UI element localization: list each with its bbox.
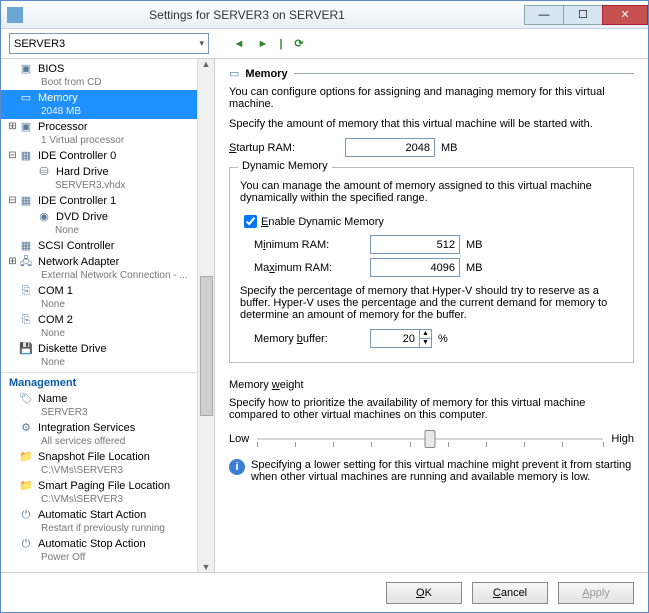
power-icon: ⏻ (18, 537, 34, 551)
tree-category-management: Management (1, 372, 197, 391)
tag-icon: 🏷 (18, 392, 34, 406)
enable-dynamic-memory-checkbox[interactable] (244, 215, 257, 228)
dynamic-memory-legend: Dynamic Memory (238, 160, 332, 172)
network-icon: 🖧 (18, 255, 34, 269)
memory-panel: ▭ Memory You can configure options for a… (215, 59, 648, 572)
dynamic-memory-group: Dynamic Memory You can manage the amount… (229, 167, 634, 363)
tree-item-autostart[interactable]: ⏻ Automatic Start Action (1, 507, 197, 523)
scroll-up-icon[interactable]: ▲ (202, 59, 211, 69)
memory-weight-desc: Specify how to prioritize the availabili… (229, 397, 634, 421)
ok-button[interactable]: OK (386, 582, 462, 604)
tree-item-name[interactable]: 🏷 Name (1, 391, 197, 407)
scsi-icon: ▦ (18, 239, 34, 253)
dynamic-memory-desc: You can manage the amount of memory assi… (240, 180, 623, 204)
memory-icon: ▭ (18, 91, 34, 105)
server-select[interactable]: SERVER3 ▾ (9, 33, 209, 54)
memory-buffer-spinner[interactable]: ▲▼ (419, 329, 432, 348)
minimum-ram-input[interactable] (370, 235, 460, 254)
buffer-desc: Specify the percentage of memory that Hy… (240, 285, 623, 321)
tree-item-processor[interactable]: ⊞▣ Processor (1, 119, 197, 135)
memory-weight-info: Specifying a lower setting for this virt… (251, 459, 634, 483)
memory-weight-slider[interactable] (257, 429, 603, 449)
floppy-icon: 💾 (18, 342, 34, 356)
panel-heading: Memory (245, 68, 287, 80)
minimize-button[interactable]: — (524, 5, 564, 25)
slider-knob[interactable] (425, 430, 436, 448)
tree-item-dvd[interactable]: ◉ DVD Drive (1, 209, 197, 225)
tree-item-ide0[interactable]: ⊟▦ IDE Controller 0 (1, 148, 197, 164)
cpu-icon: ▣ (18, 120, 34, 134)
tree-scrollbar[interactable]: ▲ ▼ (197, 59, 214, 572)
tree-item-memory[interactable]: ▭ Memory (1, 90, 197, 106)
tree-item-harddrive[interactable]: ⛁ Hard Drive (1, 164, 197, 180)
services-icon: ⚙ (18, 421, 34, 435)
settings-window: Settings for SERVER3 on SERVER1 — ☐ ✕ SE… (0, 0, 649, 613)
maximize-button[interactable]: ☐ (563, 5, 603, 25)
server-select-value: SERVER3 (14, 38, 65, 50)
tree-item-autostop[interactable]: ⏻ Automatic Stop Action (1, 536, 197, 552)
folder-icon: 📁 (18, 479, 34, 493)
startup-ram-label: SStartup RAM:tartup RAM: (229, 142, 345, 154)
slider-low-label: Low (229, 433, 249, 445)
info-icon: i (229, 459, 245, 475)
panel-intro: You can configure options for assigning … (229, 86, 634, 110)
maximum-ram-input[interactable] (370, 258, 460, 277)
tree-item-smartpaging[interactable]: 📁 Smart Paging File Location (1, 478, 197, 494)
tree-item-diskette[interactable]: 💾 Diskette Drive (1, 341, 197, 357)
scroll-down-icon[interactable]: ▼ (202, 562, 211, 572)
settings-tree: ▣ BIOS Boot from CD ▭ Memory 2048 MB ⊞▣ … (1, 59, 215, 572)
maximum-ram-label: Maximum RAM: (254, 262, 370, 274)
memory-icon: ▭ (229, 67, 239, 80)
tree-item-scsi[interactable]: ▦ SCSI Controller (1, 238, 197, 254)
startup-desc: Specify the amount of memory that this v… (229, 118, 634, 130)
tree-item-com2[interactable]: ⎘ COM 2 (1, 312, 197, 328)
memory-weight-group: Memory weight Specify how to prioritize … (229, 373, 634, 493)
refresh-button[interactable]: ⟳ (289, 34, 309, 54)
toolbar: SERVER3 ▾ ◄ ► | ⟳ (1, 29, 648, 59)
memory-buffer-input[interactable] (370, 329, 420, 348)
window-title: Settings for SERVER3 on SERVER1 (0, 8, 525, 22)
power-icon: ⏻ (18, 508, 34, 522)
controller-icon: ▦ (18, 194, 34, 208)
tree-item-bios[interactable]: ▣ BIOS (1, 61, 197, 77)
tree-item-integration[interactable]: ⚙ Integration Services (1, 420, 197, 436)
port-icon: ⎘ (18, 284, 34, 298)
memory-buffer-label: Memory buffer: (254, 333, 370, 345)
chip-icon: ▣ (18, 62, 34, 76)
apply-button[interactable]: AApplypply (558, 582, 634, 604)
disc-icon: ◉ (36, 210, 52, 224)
scroll-thumb[interactable] (200, 276, 213, 416)
slider-high-label: High (611, 433, 634, 445)
nav-forward-button[interactable]: ► (253, 34, 273, 54)
tree-item-snapshot[interactable]: 📁 Snapshot File Location (1, 449, 197, 465)
startup-ram-input[interactable] (345, 138, 435, 157)
tree-item-ide1[interactable]: ⊟▦ IDE Controller 1 (1, 193, 197, 209)
controller-icon: ▦ (18, 149, 34, 163)
minimum-ram-label: Minimum RAM: (254, 239, 370, 251)
harddrive-icon: ⛁ (36, 165, 52, 179)
unit-mb: MB (441, 142, 458, 154)
titlebar: Settings for SERVER3 on SERVER1 — ☐ ✕ (1, 1, 648, 29)
chevron-down-icon: ▾ (199, 38, 204, 49)
folder-icon: 📁 (18, 450, 34, 464)
close-button[interactable]: ✕ (602, 5, 648, 25)
nav-back-button[interactable]: ◄ (229, 34, 249, 54)
tree-item-network[interactable]: ⊞🖧 Network Adapter (1, 254, 197, 270)
dialog-footer: OK Cancel AApplypply (1, 572, 648, 612)
port-icon: ⎘ (18, 313, 34, 327)
tree-item-com1[interactable]: ⎘ COM 1 (1, 283, 197, 299)
cancel-button[interactable]: Cancel (472, 582, 548, 604)
